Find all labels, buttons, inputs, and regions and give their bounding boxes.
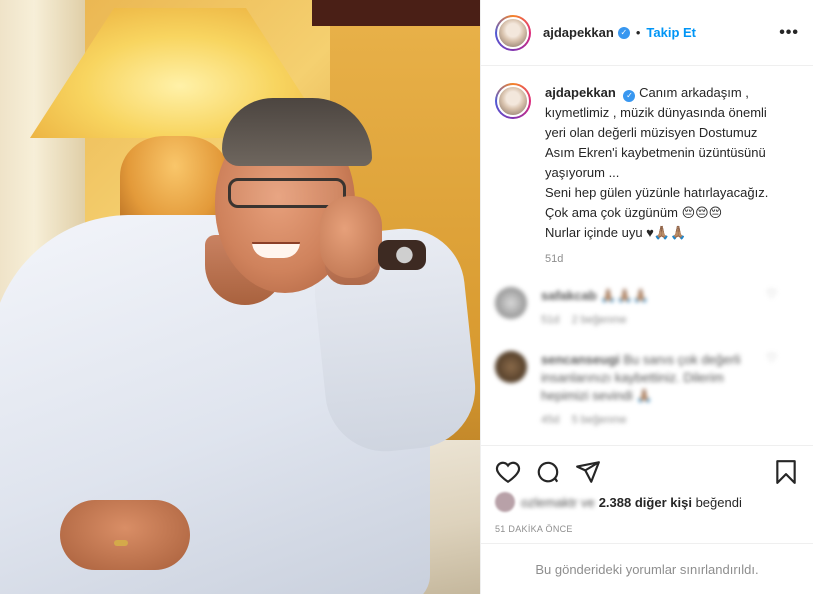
- comment-item: safakcab 🙏🏽🙏🏽🙏🏽 51d 2 beğenme ♡: [495, 287, 799, 329]
- comment-time[interactable]: 51d: [541, 314, 559, 326]
- comment-username[interactable]: safakcab: [541, 288, 597, 303]
- comment-avatar[interactable]: [495, 351, 527, 383]
- caption-line: Canım arkadaşım ,: [639, 85, 749, 100]
- header-username[interactable]: ajdapekkan: [543, 25, 614, 40]
- comment-icon[interactable]: [535, 459, 561, 485]
- ring: [114, 540, 128, 546]
- avatar: [497, 16, 529, 49]
- caption-avatar: [497, 85, 529, 117]
- liker-name[interactable]: ozlemaktr ve: [521, 495, 595, 510]
- caption-line: Çok ama çok üzgünüm 😔😔😔: [545, 205, 723, 220]
- post-side-panel: ajdapekkan ✓ • Takip Et ••• ajdapekkan ✓…: [480, 0, 813, 594]
- follow-button[interactable]: Takip Et: [646, 25, 696, 40]
- comment-time[interactable]: 45d: [541, 414, 559, 426]
- wristwatch: [378, 240, 426, 270]
- comment-likes[interactable]: 2 beğenme: [572, 314, 627, 326]
- likes-count[interactable]: 2.388 diğer kişi: [599, 495, 692, 510]
- caption-line: yeri olan değerli müzisyen Dostumuz: [545, 125, 758, 140]
- share-icon[interactable]: [575, 459, 601, 485]
- heart-icon[interactable]: [495, 459, 521, 485]
- caption-time[interactable]: 51d: [545, 253, 799, 265]
- caption: ajdapekkan ✓ Canım arkadaşım , kıymetlim…: [495, 83, 799, 243]
- post-header: ajdapekkan ✓ • Takip Et •••: [481, 0, 813, 66]
- caption-avatar-ring[interactable]: [495, 83, 531, 119]
- comment-like-icon[interactable]: ♡: [766, 351, 777, 365]
- more-options-icon[interactable]: •••: [779, 24, 799, 42]
- post-dialog: ajdapekkan ✓ • Takip Et ••• ajdapekkan ✓…: [0, 0, 813, 594]
- verified-icon: ✓: [617, 26, 630, 39]
- caption-line: Seni hep gülen yüzünle hatırlayacağız.: [545, 185, 769, 200]
- person-lower-hand: [60, 500, 190, 570]
- header-separator: •: [635, 25, 641, 40]
- avatar-story-ring[interactable]: [495, 14, 531, 51]
- caption-username[interactable]: ajdapekkan: [545, 85, 616, 100]
- likes-suffix: beğendi: [695, 494, 742, 510]
- post-photo[interactable]: [0, 0, 480, 594]
- caption-line: kıymetlimiz , müzik dünyasında önemli: [545, 105, 767, 120]
- caption-verified-icon: ✓: [623, 90, 636, 102]
- comment-text: 🙏🏽🙏🏽🙏🏽: [600, 288, 649, 303]
- comments-limited-notice: Bu gönderideki yorumlar sınırlandırıldı.: [481, 543, 813, 594]
- bookmark-icon[interactable]: [773, 459, 799, 485]
- caption-line: yaşıyorum ...: [545, 165, 620, 180]
- liker-avatar: [495, 492, 515, 512]
- post-timestamp[interactable]: 51 DAKİKA ÖNCE: [495, 524, 573, 534]
- person-hand: [320, 196, 382, 278]
- comments-area[interactable]: ajdapekkan ✓ Canım arkadaşım , kıymetlim…: [481, 67, 813, 445]
- comment-username[interactable]: sencanseugi: [541, 352, 620, 367]
- comment-avatar[interactable]: [495, 287, 527, 319]
- caption-text: ajdapekkan ✓ Canım arkadaşım , kıymetlim…: [545, 83, 768, 243]
- comment-like-icon[interactable]: ♡: [766, 287, 777, 301]
- comment-item: sencanseugi Bu sanıs çok değerli insanla…: [495, 351, 799, 429]
- caption-line: Asım Ekren'i kaybetmenin üzüntüsünü: [545, 145, 766, 160]
- comment-likes[interactable]: 5 beğenme: [572, 414, 627, 426]
- photo-frame: [312, 0, 480, 26]
- action-bar: [481, 445, 813, 497]
- caption-line: Nurlar içinde uyu ♥🙏🏽🙏🏽: [545, 225, 687, 240]
- likes-summary[interactable]: ozlemaktr ve 2.388 diğer kişi beğendi: [495, 492, 742, 512]
